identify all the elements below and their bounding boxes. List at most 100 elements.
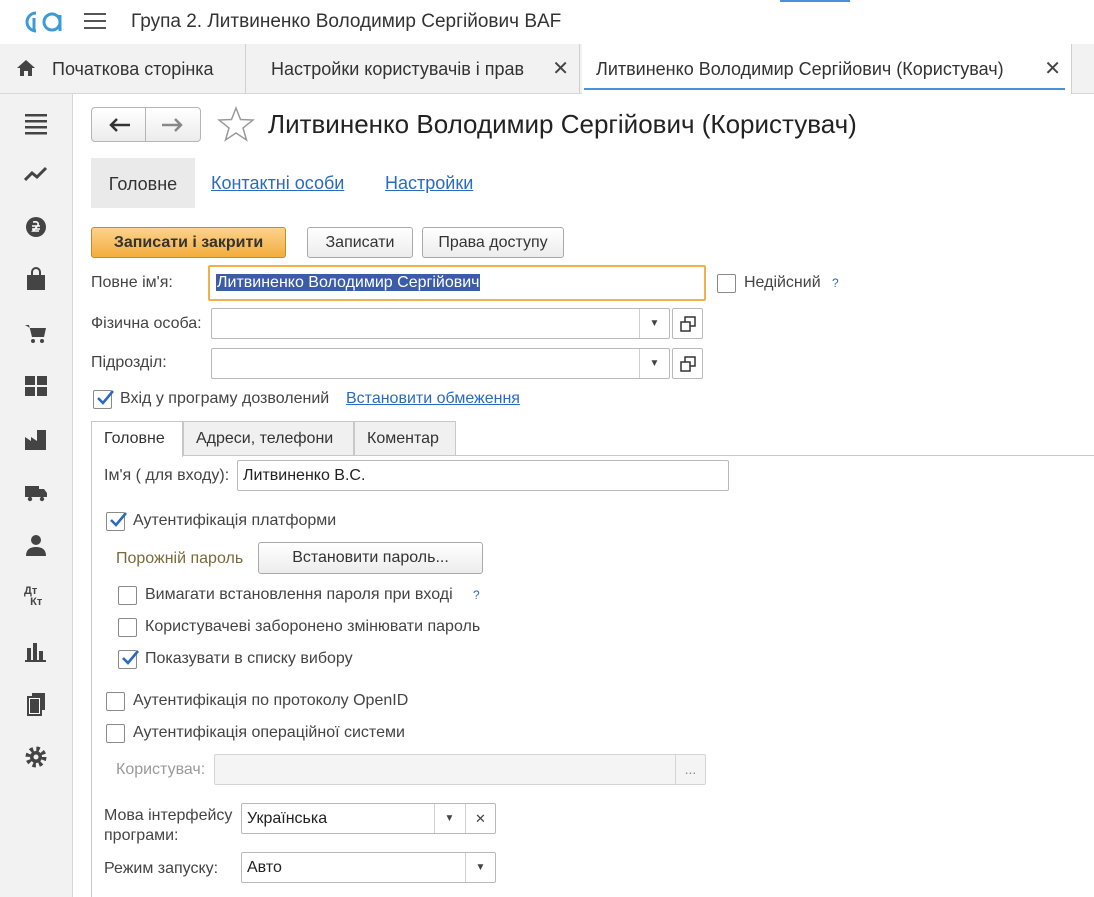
language-label-line1: Мова інтерфейсу: [104, 807, 233, 824]
open-window-icon: [680, 316, 696, 332]
checkmark-icon: [122, 650, 139, 665]
inner-tab-main[interactable]: Головне: [91, 421, 183, 457]
favorite-star-icon[interactable]: [217, 106, 255, 142]
app-logo-icon[interactable]: [22, 8, 64, 36]
access-rights-button[interactable]: Права доступу: [422, 227, 564, 258]
back-button[interactable]: [91, 107, 146, 142]
form-tab-main[interactable]: Головне: [91, 158, 195, 208]
cart-icon[interactable]: [24, 321, 48, 345]
page-tab-bar: Початкова сторінка Настройки користувачі…: [0, 44, 1094, 94]
person-icon[interactable]: [24, 533, 48, 557]
empty-password-label: Порожній пароль: [116, 550, 244, 567]
person-label: Фізична особа:: [91, 315, 202, 332]
currency-icon[interactable]: [24, 215, 48, 239]
main-menu-icon[interactable]: [84, 13, 106, 31]
grid-icon[interactable]: [24, 374, 48, 398]
language-label: Мова інтерфейсу програми:: [104, 806, 232, 846]
app-title: Група 2. Литвиненко Володимир Сергійович…: [131, 11, 562, 32]
require-password-label: Вимагати встановлення пароля при вході: [145, 586, 453, 603]
checkmark-icon: [97, 390, 114, 405]
invalid-label: Недійсний: [744, 274, 821, 291]
inner-tab-addresses[interactable]: Адреси, телефони: [183, 421, 354, 456]
login-allowed-checkbox[interactable]: [93, 390, 114, 409]
close-icon[interactable]: ✕: [552, 44, 569, 94]
language-label-line2: програми:: [104, 827, 179, 844]
login-allowed-label: Вхід у програму дозволений: [120, 390, 330, 407]
login-name-value: Литвиненко В.С.: [243, 467, 366, 484]
department-label: Підрозділ:: [91, 354, 167, 371]
chevron-down-icon[interactable]: ▼: [465, 853, 495, 882]
mode-label: Режим запуску:: [104, 860, 219, 877]
tab-user-card[interactable]: Литвиненко Володимир Сергійович (Користу…: [582, 44, 1072, 94]
full-name-field[interactable]: Литвиненко Володимир Сергійович: [208, 265, 706, 301]
openid-label: Аутентифікація по протоколу OpenID: [133, 692, 409, 709]
full-name-label: Повне ім'я:: [91, 274, 173, 291]
show-in-list-checkbox[interactable]: [118, 650, 139, 669]
platform-auth-checkbox[interactable]: [106, 512, 127, 531]
form-title: Литвиненко Володимир Сергійович (Користу…: [268, 109, 857, 139]
tab-home[interactable]: Початкова сторінка: [0, 44, 246, 94]
language-value: Українська: [247, 810, 328, 827]
login-name-field[interactable]: Литвиненко В.С.: [237, 460, 729, 491]
forward-button[interactable]: [146, 107, 201, 142]
save-and-close-button[interactable]: Записати і закрити: [91, 227, 286, 258]
clear-icon[interactable]: ✕: [465, 804, 495, 833]
form-tab-contacts[interactable]: Контактні особи: [211, 173, 344, 194]
language-field[interactable]: Українська ▼ ✕: [241, 803, 496, 834]
home-icon: [17, 60, 35, 76]
forbid-change-checkbox[interactable]: [118, 618, 137, 637]
department-field[interactable]: ▼: [211, 348, 670, 379]
require-password-checkbox[interactable]: [118, 586, 137, 605]
show-in-list-label: Показувати в списку вибору: [145, 650, 353, 667]
open-department-button[interactable]: [672, 348, 703, 379]
platform-auth-label: Аутентифікація платформи: [133, 512, 337, 529]
openid-checkbox[interactable]: [106, 692, 125, 711]
arrow-left-icon: [109, 118, 130, 132]
title-accent: [780, 0, 850, 2]
tab-user-card-label: Литвиненко Володимир Сергійович (Користу…: [596, 59, 1004, 79]
help-icon[interactable]: ?: [832, 276, 839, 290]
tab-panel-border: [91, 455, 1094, 456]
documents-icon[interactable]: [24, 692, 48, 716]
truck-icon[interactable]: [24, 480, 48, 504]
os-auth-label: Аутентифікація операційної системи: [133, 724, 405, 741]
login-name-label: Ім'я ( для входу):: [104, 467, 230, 484]
set-password-button[interactable]: Встановити пароль...: [258, 542, 483, 574]
chevron-down-icon[interactable]: ▼: [639, 309, 669, 338]
mode-value: Авто: [247, 859, 282, 876]
os-auth-checkbox[interactable]: [106, 724, 125, 743]
dt-kt-icon[interactable]: Дт Кт: [24, 586, 48, 610]
sections-sidebar: Дт Кт: [0, 94, 73, 897]
inner-tab-comment[interactable]: Коментар: [354, 421, 456, 456]
help-icon[interactable]: ?: [473, 588, 480, 602]
invalid-checkbox[interactable]: [717, 274, 736, 293]
bag-icon[interactable]: [24, 267, 48, 291]
arrow-right-icon: [162, 118, 183, 132]
close-icon[interactable]: ✕: [1044, 44, 1061, 94]
mode-field[interactable]: Авто ▼: [241, 852, 496, 883]
tab-user-settings[interactable]: Настройки користувачів і прав ✕: [257, 44, 580, 94]
gear-icon[interactable]: [24, 745, 48, 769]
save-button[interactable]: Записати: [307, 227, 413, 258]
tab-panel-left-border: [91, 455, 92, 897]
bar-chart-icon[interactable]: [24, 639, 48, 663]
trend-icon[interactable]: [24, 163, 48, 187]
form-tab-settings[interactable]: Настройки: [385, 173, 473, 194]
tab-user-settings-label: Настройки користувачів і прав: [271, 59, 525, 79]
checkmark-icon: [110, 512, 127, 527]
chevron-down-icon[interactable]: ▼: [434, 804, 464, 833]
open-person-button[interactable]: [672, 308, 703, 339]
os-user-field: ...: [214, 754, 706, 785]
ellipsis-icon: ...: [675, 755, 705, 784]
full-name-value: Литвиненко Володимир Сергійович: [216, 274, 481, 291]
os-user-label: Користувач:: [116, 761, 206, 778]
factory-icon[interactable]: [24, 427, 48, 451]
set-restrictions-link[interactable]: Встановити обмеження: [346, 390, 520, 408]
chevron-down-icon[interactable]: ▼: [639, 349, 669, 378]
forbid-change-label: Користувачеві заборонено змінювати парол…: [145, 618, 481, 635]
tab-home-label: Початкова сторінка: [52, 59, 214, 79]
menu-icon[interactable]: [24, 111, 48, 135]
open-window-icon: [680, 356, 696, 372]
person-field[interactable]: ▼: [211, 308, 670, 339]
active-tab-joint: [92, 455, 182, 457]
